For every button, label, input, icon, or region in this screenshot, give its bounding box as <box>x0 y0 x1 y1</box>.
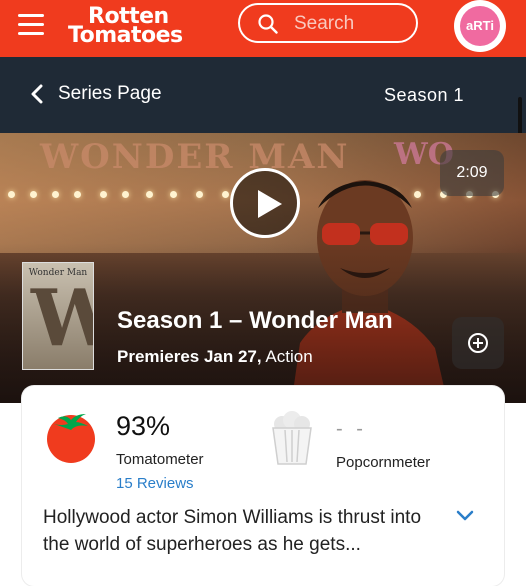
search-placeholder: Search <box>294 13 355 34</box>
tomatometer-label: Tomatometer <box>116 451 204 468</box>
avatar[interactable]: aRTi <box>454 0 506 52</box>
search-input[interactable]: Search <box>238 3 418 43</box>
reviews-link[interactable]: 15 Reviews <box>116 475 194 492</box>
page-title: Season 1 – Wonder Man <box>117 307 393 334</box>
popcorn-icon <box>272 411 312 465</box>
search-icon <box>258 14 278 34</box>
score-card: 93% Tomatometer 15 Reviews - - Popcornme… <box>22 386 504 586</box>
logo-line2: Tomatoes <box>68 23 183 48</box>
popcornmeter-score: - - <box>336 418 367 440</box>
menu-icon[interactable] <box>18 12 44 38</box>
genre: Action <box>265 347 313 366</box>
premiere-date: Premieres Jan 27, <box>117 347 262 366</box>
video-duration: 2:09 <box>440 150 504 196</box>
synopsis-text: Hollywood actor Simon Williams is thrust… <box>43 507 422 555</box>
sub-nav: Series Page Season 1 <box>0 57 526 297</box>
chevron-left-icon[interactable] <box>30 84 44 104</box>
tomato-icon <box>47 414 95 463</box>
play-icon <box>258 190 282 218</box>
logo[interactable]: Rotten Tomatoes <box>66 4 216 50</box>
poster-thumbnail[interactable]: Wonder Man W <box>22 262 94 370</box>
add-to-watchlist-button[interactable] <box>452 317 504 369</box>
play-button[interactable] <box>230 168 300 238</box>
popcornmeter-label: Popcornmeter <box>336 454 431 471</box>
chevron-down-icon[interactable] <box>456 510 474 522</box>
series-page-link[interactable]: Series Page <box>58 83 162 105</box>
season-selector[interactable]: Season 1 <box>384 85 464 106</box>
tomatometer-score: 93% <box>116 411 171 441</box>
plus-circle-icon <box>468 333 488 353</box>
avatar-label: aRTi <box>460 6 500 46</box>
top-bar: Rotten Tomatoes Search aRTi <box>0 0 526 57</box>
premiere-info: Premieres Jan 27, Action <box>117 347 313 367</box>
